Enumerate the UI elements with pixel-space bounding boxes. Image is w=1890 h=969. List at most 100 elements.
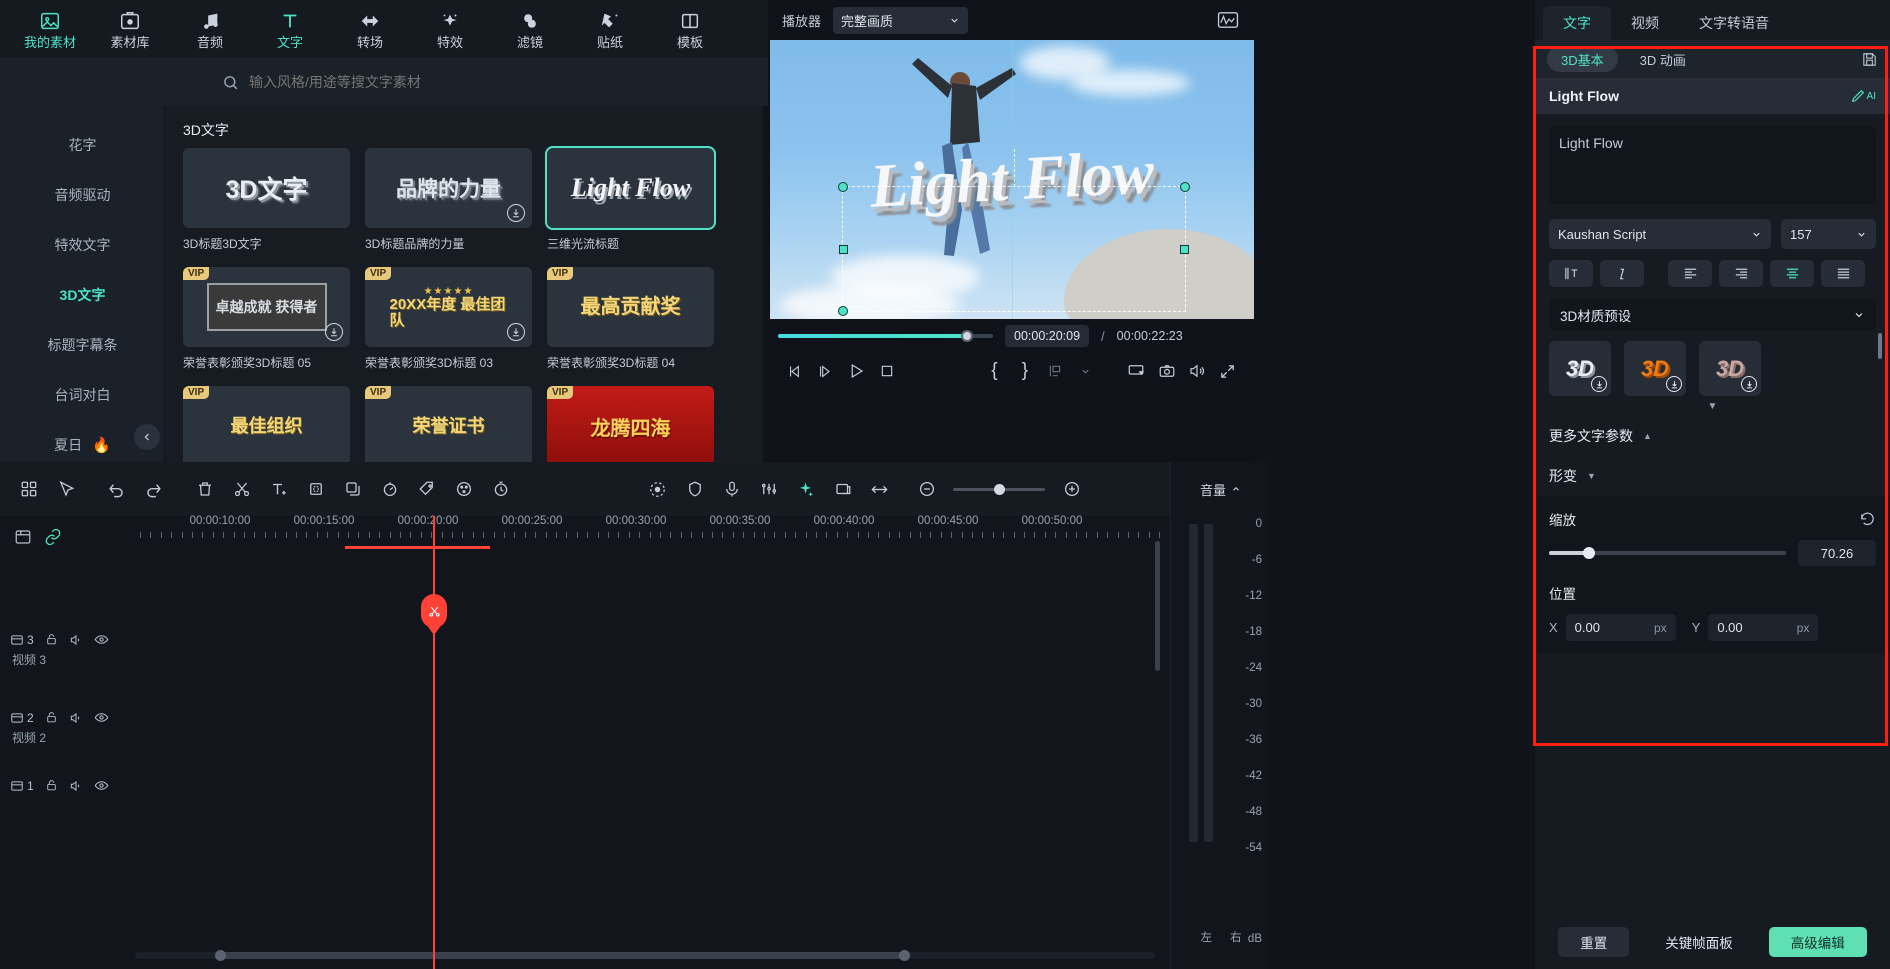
waveform-scope-icon[interactable] — [1217, 11, 1239, 29]
template-card[interactable]: 最高贡献奖 VIP 荣誉表彰颁奖3D标题 04 — [547, 267, 714, 371]
mark-out-button[interactable]: } — [1010, 356, 1041, 386]
scale-value[interactable]: 70.26 — [1798, 540, 1876, 566]
resize-handle-bl[interactable] — [838, 306, 848, 316]
mute-icon[interactable] — [69, 711, 83, 725]
fullscreen-monitor-button[interactable] — [1121, 356, 1152, 386]
tab-text-properties[interactable]: 文字 — [1543, 6, 1611, 40]
tab-video-properties[interactable]: 视频 — [1611, 6, 1679, 40]
lock-icon[interactable] — [45, 633, 58, 646]
material-preset-select[interactable]: 3D材质预设 — [1549, 299, 1876, 331]
align-center-button[interactable] — [1770, 260, 1814, 287]
link-icon[interactable] — [44, 528, 62, 546]
tab-text[interactable]: 文字 — [250, 0, 330, 58]
timeline-vertical-scrollbar[interactable] — [1155, 541, 1160, 671]
tab-template[interactable]: 模板 — [650, 0, 730, 58]
template-card[interactable]: 荣誉证书 VIP — [365, 386, 532, 462]
ai-pen-icon[interactable]: AI — [1850, 88, 1876, 104]
resize-handle-tl[interactable] — [838, 182, 848, 192]
timeline-hscroll-track[interactable] — [135, 952, 1155, 959]
sidebar-item-3d-text[interactable]: 3D文字 — [0, 270, 165, 320]
timeline-zoom-slider[interactable] — [953, 488, 1045, 491]
tab-filter[interactable]: 滤镜 — [490, 0, 570, 58]
tab-effects[interactable]: 特效 — [410, 0, 490, 58]
lock-icon[interactable] — [45, 711, 58, 724]
undo-button[interactable] — [98, 472, 135, 506]
markers-dropdown[interactable] — [1071, 356, 1102, 386]
hscroll-left-dot[interactable] — [215, 950, 226, 961]
text-selection-box[interactable] — [842, 186, 1186, 312]
material-scrollbar[interactable] — [1878, 333, 1882, 359]
font-family-select[interactable]: Kaushan Script — [1549, 219, 1771, 249]
subtab-3d-basic[interactable]: 3D基本 — [1547, 46, 1618, 72]
next-frame-button[interactable] — [811, 356, 842, 386]
preview-canvas[interactable]: Light Flow — [770, 40, 1254, 319]
split-button[interactable] — [223, 472, 260, 506]
search-input[interactable] — [249, 74, 679, 90]
floppy-save-icon[interactable] — [1861, 51, 1878, 68]
download-icon[interactable] — [507, 204, 525, 222]
font-size-select[interactable]: 157 — [1781, 219, 1876, 249]
add-text-button[interactable] — [260, 472, 297, 506]
tab-text-to-speech[interactable]: 文字转语音 — [1679, 6, 1789, 40]
add-track-icon[interactable] — [14, 528, 32, 546]
timeline-horizontal-scrollbar[interactable] — [215, 952, 905, 959]
copy-button[interactable] — [334, 472, 371, 506]
advanced-edit-button[interactable]: 高级编辑 — [1769, 927, 1867, 957]
markers-button[interactable] — [1040, 356, 1071, 386]
palette-button[interactable] — [445, 472, 482, 506]
select-tool-button[interactable] — [47, 472, 84, 506]
playhead-handle[interactable] — [421, 594, 447, 628]
text-spacing-button[interactable] — [1549, 260, 1593, 287]
deform-row[interactable]: 形变 ▼ — [1535, 456, 1890, 496]
template-card[interactable]: 卓越成就 获得者 VIP 荣誉表彰颁奖3D标题 05 — [183, 267, 350, 371]
prev-frame-button[interactable] — [780, 356, 811, 386]
align-justify-button[interactable] — [1821, 260, 1865, 287]
shield-button[interactable] — [676, 472, 713, 506]
sidebar-item-dialogue[interactable]: 台词对白 — [0, 370, 165, 420]
template-card[interactable]: 3D文字 3D标题3D文字 — [183, 148, 350, 252]
align-right-button[interactable] — [1719, 260, 1763, 287]
download-icon[interactable] — [1666, 376, 1682, 392]
speed-button[interactable] — [371, 472, 408, 506]
resize-handle-right[interactable] — [1180, 245, 1189, 254]
play-button[interactable] — [841, 356, 872, 386]
pos-y-field[interactable]: 0.00 px — [1708, 614, 1818, 641]
volume-button[interactable] — [1182, 356, 1213, 386]
download-icon[interactable] — [1591, 376, 1607, 392]
current-time-display[interactable]: 00:00:20:09 — [1005, 325, 1089, 347]
text-content-input[interactable] — [1549, 126, 1876, 204]
hscroll-right-dot[interactable] — [899, 950, 910, 961]
playhead-line[interactable] — [433, 516, 435, 969]
pos-x-field[interactable]: 0.00 px — [1566, 614, 1676, 641]
tab-stock-library[interactable]: 素材库 — [90, 0, 170, 58]
eye-icon[interactable] — [94, 778, 109, 793]
mute-icon[interactable] — [69, 779, 83, 793]
align-left-button[interactable] — [1668, 260, 1712, 287]
sparkle-star-button[interactable] — [787, 472, 824, 506]
material-silver[interactable]: 3D — [1549, 341, 1611, 396]
audio-mixer-button[interactable] — [750, 472, 787, 506]
seek-slider[interactable] — [778, 334, 993, 338]
template-card[interactable]: 最佳组织 VIP — [183, 386, 350, 462]
crop-button[interactable] — [297, 472, 334, 506]
snapshot-button[interactable] — [1151, 356, 1182, 386]
expand-button[interactable] — [1212, 356, 1243, 386]
layout-grid-button[interactable] — [10, 472, 47, 506]
template-card[interactable]: ★★★★★ 20XX年度 最佳团队 VIP 荣誉表彰颁奖3D标题 03 — [365, 267, 532, 371]
scale-knob[interactable] — [1583, 547, 1595, 559]
audio-meter-title[interactable]: 音量 — [1171, 462, 1270, 516]
color-adjust-button[interactable] — [639, 472, 676, 506]
microphone-button[interactable] — [713, 472, 750, 506]
fit-width-button[interactable] — [861, 472, 898, 506]
redo-button[interactable] — [135, 472, 172, 506]
subtab-3d-animation[interactable]: 3D 动画 — [1626, 46, 1700, 72]
download-icon[interactable] — [1741, 376, 1757, 392]
sidebar-item-effect-text[interactable]: 特效文字 — [0, 220, 165, 270]
more-text-params-row[interactable]: 更多文字参数 ▲ — [1535, 416, 1890, 456]
keyframe-panel-button[interactable]: 关键帧面板 — [1643, 927, 1755, 957]
template-card-selected[interactable]: Light Flow 三维光流标题 — [547, 148, 714, 252]
delete-button[interactable] — [186, 472, 223, 506]
italic-button[interactable] — [1600, 260, 1644, 287]
zoom-out-button[interactable] — [908, 472, 945, 506]
scale-slider[interactable] — [1549, 551, 1786, 555]
